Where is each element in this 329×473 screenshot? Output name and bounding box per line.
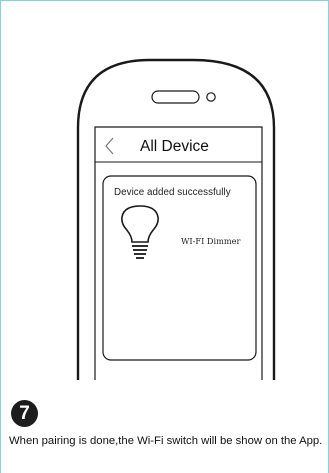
phone-illustration bbox=[76, 58, 276, 380]
step-instruction: When pairing is done,the Wi-Fi switch wi… bbox=[9, 435, 323, 447]
chevron-left-icon[interactable] bbox=[101, 134, 119, 158]
device-list-item-label[interactable]: WI-FI Dimmer bbox=[181, 236, 240, 246]
light-bulb-icon[interactable] bbox=[118, 204, 162, 268]
phone-body bbox=[76, 58, 276, 380]
step-number-badge: 7 bbox=[11, 400, 38, 427]
page-title: All Device bbox=[140, 138, 209, 155]
success-message: Device added successfully bbox=[114, 187, 231, 198]
phone-speaker bbox=[151, 90, 200, 104]
phone-camera bbox=[206, 92, 216, 102]
